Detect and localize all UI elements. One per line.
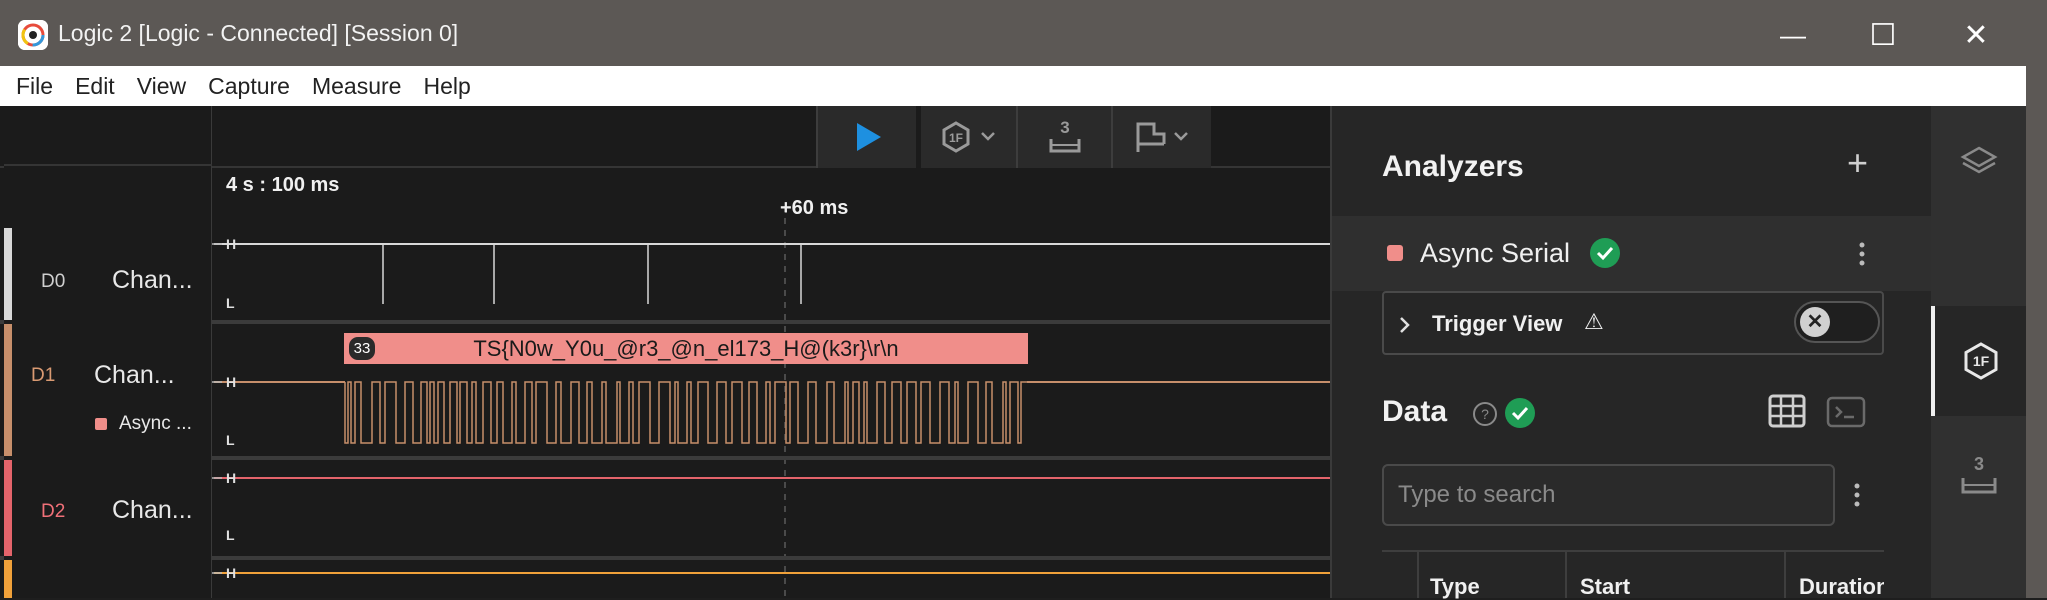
menu-help[interactable]: Help (412, 73, 481, 100)
column-duration[interactable]: Duration (1799, 574, 1884, 600)
menu-bar: File Edit View Capture Measure Help (0, 66, 2026, 106)
d1-analyzer-label[interactable]: Async ... (119, 413, 192, 435)
d2-high-label: H (226, 470, 237, 486)
trigger-view-label: Trigger View (1432, 311, 1563, 336)
timing-marker-button[interactable]: 3 (1016, 106, 1111, 168)
analyzers-panel: Analyzers + Async Serial Trigger View ⚠ … (1330, 106, 1933, 600)
annotations-button[interactable] (1111, 106, 1211, 168)
menu-view[interactable]: View (126, 73, 197, 100)
search-more-icon[interactable] (1852, 482, 1862, 508)
svg-text:1F: 1F (948, 131, 962, 145)
d2-number: D2 (41, 501, 66, 522)
annotation-icon (1136, 122, 1188, 152)
timeline-marker-label: +60 ms (780, 197, 849, 219)
d0-high-label: H (226, 236, 237, 252)
trigger-icon: 1F (942, 121, 995, 153)
timing-marker-tab-icon: 3 (1961, 454, 1996, 494)
window-edge (2026, 66, 2047, 598)
table-view-icon[interactable] (1768, 394, 1806, 428)
side-tab-bar: 1F 3 (1931, 106, 2026, 598)
d1-waveform (214, 381, 1330, 444)
close-button[interactable]: ✕ (1946, 12, 2006, 58)
d1-color-strip (4, 324, 12, 456)
decoded-frame-badge: 33 (349, 337, 375, 360)
tab-timing-markers[interactable]: 3 (1931, 416, 2026, 536)
d2-name[interactable]: Chan... (112, 496, 193, 525)
d3-high-label: H (226, 565, 237, 581)
tab-trigger[interactable]: 1F (1931, 306, 2026, 416)
d2-low-label: L (226, 527, 235, 543)
window-title: Logic 2 [Logic - Connected] [Session 0] (58, 20, 459, 46)
start-capture-button[interactable] (816, 106, 916, 168)
column-type[interactable]: Type (1430, 574, 1480, 600)
table-top-border (1382, 550, 1884, 552)
svg-text:?: ? (1481, 406, 1489, 422)
d1-analyzer-swatch (95, 418, 107, 430)
label-header (4, 106, 212, 166)
minimize-button[interactable]: — (1763, 12, 1823, 58)
chevron-right-icon (1400, 317, 1410, 333)
d1-low-label: L (226, 432, 235, 448)
analyzer-row-async-serial[interactable]: Async Serial (1332, 216, 1933, 291)
menu-edit[interactable]: Edit (64, 73, 126, 100)
d0-number: D0 (41, 271, 66, 292)
d1-high-label: H (226, 374, 237, 390)
d0-waveform (214, 243, 1330, 304)
d2-color-strip (4, 460, 12, 556)
svg-text:3: 3 (1973, 454, 1983, 474)
data-title: Data (1382, 395, 1448, 428)
logic-app-icon (18, 20, 48, 50)
title-bar: Logic 2 [Logic - Connected] [Session 0] … (0, 0, 2047, 66)
trigger-view-toggle[interactable]: ✕ (1794, 301, 1880, 343)
d1-number: D1 (31, 365, 56, 386)
d0-low-label: L (226, 295, 235, 311)
analyzer-name: Async Serial (1420, 238, 1571, 268)
d0-name[interactable]: Chan... (112, 266, 193, 295)
d3-color-strip (4, 560, 12, 598)
maximize-button[interactable]: ☐ (1853, 12, 1913, 58)
search-input[interactable]: Type to search (1382, 464, 1835, 526)
decoded-frame-text: TS{N0w_Y0u_@r3_@n_el173_H@(k3r}\r\n (473, 336, 899, 361)
svg-text:3: 3 (1060, 118, 1069, 137)
warning-icon: ⚠ (1584, 309, 1604, 334)
column-start[interactable]: Start (1580, 574, 1630, 600)
menu-capture[interactable]: Capture (197, 73, 301, 100)
table-col-divider (1784, 552, 1786, 598)
decoded-frame[interactable]: TS{N0w_Y0u_@r3_@n_el173_H@(k3r}\r\n 33 (344, 333, 1028, 364)
analyzers-title: Analyzers (1382, 150, 1524, 183)
play-icon (857, 123, 881, 151)
add-analyzer-button[interactable]: + (1847, 142, 1868, 184)
help-icon[interactable]: ? (1472, 401, 1498, 427)
analyzer-more-icon[interactable] (1857, 241, 1867, 267)
analyzer-color-swatch (1387, 245, 1403, 261)
trigger-settings-button[interactable]: 1F (916, 106, 1016, 168)
timeline-start-label: 4 s : 100 ms (226, 174, 340, 196)
trigger-tab-icon: 1F (1964, 342, 1997, 380)
d1-name[interactable]: Chan... (94, 361, 175, 390)
menu-measure[interactable]: Measure (301, 73, 412, 100)
d0-color-strip (4, 228, 12, 320)
trigger-view-row[interactable]: Trigger View ⚠ ✕ (1382, 291, 1884, 355)
capture-toolbar: 1F 3 (816, 106, 1211, 168)
svg-text:1F: 1F (1972, 353, 1989, 369)
layers-icon (1959, 146, 1998, 174)
menu-file[interactable]: File (5, 73, 64, 100)
terminal-view-icon[interactable] (1826, 396, 1866, 428)
timing-marker-icon: 3 (1049, 118, 1080, 153)
tab-analyzers-layers[interactable] (1931, 106, 2026, 216)
table-col-divider (1417, 552, 1419, 598)
analyzer-ok-icon (1590, 238, 1620, 268)
data-ok-icon (1505, 398, 1535, 428)
table-col-divider (1565, 552, 1567, 598)
toggle-off-icon: ✕ (1800, 307, 1830, 337)
